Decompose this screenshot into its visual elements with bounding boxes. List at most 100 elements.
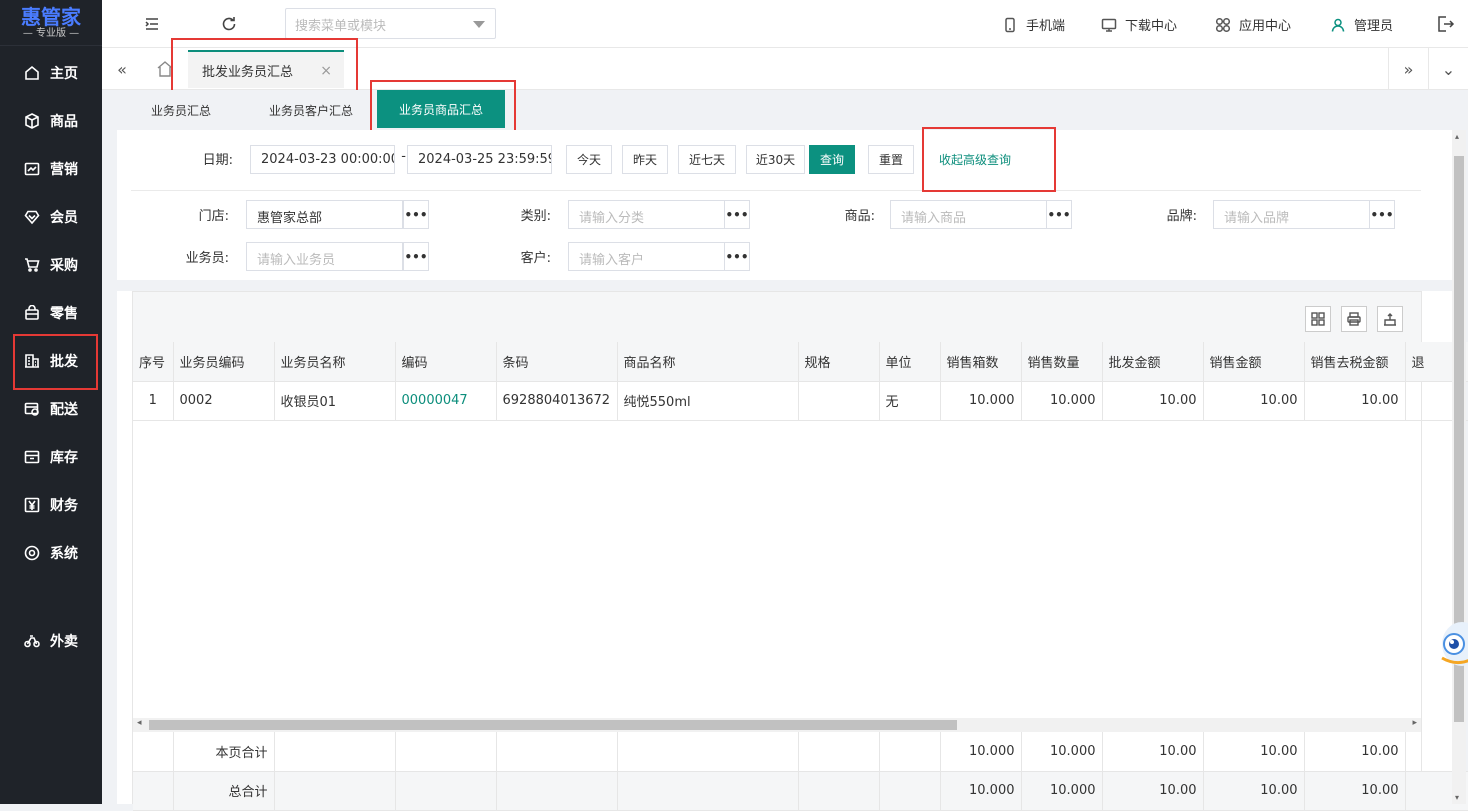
col-header[interactable]: 业务员编码 — [173, 342, 275, 382]
date-start-input[interactable]: 2024-03-23 00:00:00 — [250, 145, 395, 174]
customer-input[interactable]: 请输入客户 — [568, 242, 725, 271]
table-cell: 10.00 — [1304, 381, 1406, 421]
filter-divider — [131, 190, 1421, 191]
sidebar-item-inventory[interactable]: 库存 — [0, 433, 102, 481]
col-header[interactable]: 编码 — [395, 342, 497, 382]
store-label: 门店: — [198, 209, 229, 224]
total-cell: 10.00 — [1203, 732, 1305, 772]
scroll-left-arrow-icon[interactable]: ◂ — [137, 718, 142, 728]
brand-more-button[interactable]: ••• — [1369, 200, 1395, 229]
yesterday-button[interactable]: 昨天 — [622, 145, 668, 174]
tabs-scroll-right-button[interactable]: » — [1388, 48, 1428, 90]
scroll-right-arrow-icon[interactable]: ▸ — [1412, 718, 1417, 728]
subtab-salesman-summary[interactable]: 业务员汇总 — [151, 90, 211, 130]
brand-input[interactable]: 请输入品牌 — [1213, 200, 1370, 229]
last-30-days-button[interactable]: 近30天 — [746, 145, 805, 174]
col-header[interactable]: 规格 — [798, 342, 880, 382]
date-end-input[interactable]: 2024-03-25 23:59:59 — [407, 145, 552, 174]
export-icon — [1384, 313, 1396, 326]
last-7-days-button[interactable]: 近七天 — [678, 145, 736, 174]
horizontal-scrollbar-thumb[interactable] — [149, 720, 957, 730]
date-label: 日期: — [202, 153, 233, 168]
col-header[interactable]: 业务员名称 — [274, 342, 396, 382]
col-header[interactable]: 销售箱数 — [940, 342, 1022, 382]
total-cell: 10.000 — [940, 771, 1022, 811]
category-label: 类别: — [520, 209, 551, 224]
logo-subtitle: 专业版 — [36, 27, 66, 39]
col-header[interactable]: 销售金额 — [1203, 342, 1305, 382]
reset-button[interactable]: 重置 — [868, 145, 914, 174]
col-header[interactable]: 批发金额 — [1102, 342, 1204, 382]
column-settings-button[interactable] — [1305, 306, 1331, 332]
tabs-scroll-left-button[interactable]: « — [102, 48, 142, 90]
sidebar-item-marketing[interactable]: 营销 — [0, 145, 102, 193]
table-cell: 纯悦550ml — [617, 381, 799, 421]
table-cell: 无 — [879, 381, 941, 421]
salesman-more-button[interactable]: ••• — [403, 242, 429, 271]
scroll-up-arrow-icon[interactable]: ▴ — [1455, 132, 1459, 141]
search-placeholder: 搜索菜单或模块 — [295, 19, 387, 34]
product-code-link[interactable]: 00000047 — [395, 381, 497, 421]
delivery-icon — [24, 402, 39, 416]
sidebar-item-delivery[interactable]: 配送 — [0, 385, 102, 433]
highlight-box-tab — [171, 38, 358, 96]
menu-collapse-icon[interactable] — [142, 14, 162, 34]
total-cell: 10.00 — [1203, 771, 1305, 811]
col-header[interactable]: 序号 — [133, 342, 174, 382]
export-button[interactable] — [1377, 306, 1403, 332]
total-cell: 10.00 — [1102, 771, 1204, 811]
table-header-row: 序号 业务员编码 业务员名称 编码 条码 商品名称 规格 单位 销售箱数 销售数… — [133, 342, 1468, 382]
query-button[interactable]: 查询 — [809, 145, 855, 174]
sidebar-item-finance[interactable]: 财务 — [0, 481, 102, 529]
chevron-down-icon — [473, 21, 485, 28]
col-header[interactable]: 条码 — [496, 342, 618, 382]
sidebar-item-takeout[interactable]: 外卖 — [0, 617, 102, 665]
total-cell: 10.000 — [940, 732, 1022, 772]
table-cell: 10.00 — [1102, 381, 1204, 421]
sidebar-item-retail[interactable]: 零售 — [0, 289, 102, 337]
sidebar-item-system[interactable]: 系统 — [0, 529, 102, 577]
grid-toolbar — [133, 292, 1421, 342]
totals-table: 本页合计 10.000 10.000 10.00 10.00 10.00 总合计… — [133, 732, 1468, 811]
product-input[interactable]: 请输入商品 — [890, 200, 1047, 229]
category-more-button[interactable]: ••• — [724, 200, 750, 229]
refresh-icon[interactable] — [219, 14, 239, 34]
logout-icon[interactable] — [1435, 14, 1455, 34]
col-header[interactable]: 销售数量 — [1021, 342, 1103, 382]
print-button[interactable] — [1341, 306, 1367, 332]
mobile-link[interactable]: 手机端 — [1002, 15, 1065, 34]
app-center-link[interactable]: 应用中心 — [1215, 15, 1291, 34]
horizontal-scrollbar[interactable]: ◂ ▸ — [133, 718, 1421, 732]
table-row[interactable]: 1 0002 收银员01 00000047 6928804013672 纯悦55… — [133, 381, 1468, 421]
page-total-label: 本页合计 — [173, 732, 275, 772]
grand-total-row: 总合计 10.000 10.000 10.00 10.00 10.00 — [133, 771, 1468, 811]
sidebar-item-product[interactable]: 商品 — [0, 97, 102, 145]
col-header[interactable]: 销售去税金额 — [1304, 342, 1406, 382]
admin-user-link[interactable]: 管理员 — [1330, 15, 1393, 34]
sidebar-item-member[interactable]: 会员 — [0, 193, 102, 241]
subtab-salesman-customer-summary[interactable]: 业务员客户汇总 — [269, 90, 353, 130]
download-center-link[interactable]: 下载中心 — [1101, 15, 1177, 34]
today-button[interactable]: 今天 — [566, 145, 612, 174]
product-more-button[interactable]: ••• — [1046, 200, 1072, 229]
chart-icon — [24, 162, 40, 176]
col-header[interactable]: 商品名称 — [617, 342, 799, 382]
vertical-scrollbar[interactable]: ▴ ▾ — [1452, 130, 1466, 804]
salesman-input[interactable]: 请输入业务员 — [246, 242, 403, 271]
assistant-robot-icon[interactable] — [1436, 614, 1468, 670]
store-more-button[interactable]: ••• — [403, 200, 429, 229]
highlight-box-wholesale — [13, 334, 98, 390]
category-input[interactable]: 请输入分类 — [568, 200, 725, 229]
scroll-down-arrow-icon[interactable]: ▾ — [1455, 793, 1459, 802]
tabs-dropdown-button[interactable]: ⌄ — [1428, 48, 1468, 90]
sidebar-item-purchase[interactable]: 采购 — [0, 241, 102, 289]
col-header[interactable]: 单位 — [879, 342, 941, 382]
diamond-icon — [24, 210, 40, 225]
customer-more-button[interactable]: ••• — [724, 242, 750, 271]
store-input[interactable]: 惠管家总部 — [246, 200, 403, 229]
user-icon — [1331, 18, 1345, 32]
home-icon — [25, 65, 39, 80]
cart-icon — [25, 258, 40, 272]
sidebar-item-home[interactable]: 主页 — [0, 49, 102, 97]
menu-search-select[interactable]: 搜索菜单或模块 — [285, 8, 496, 39]
